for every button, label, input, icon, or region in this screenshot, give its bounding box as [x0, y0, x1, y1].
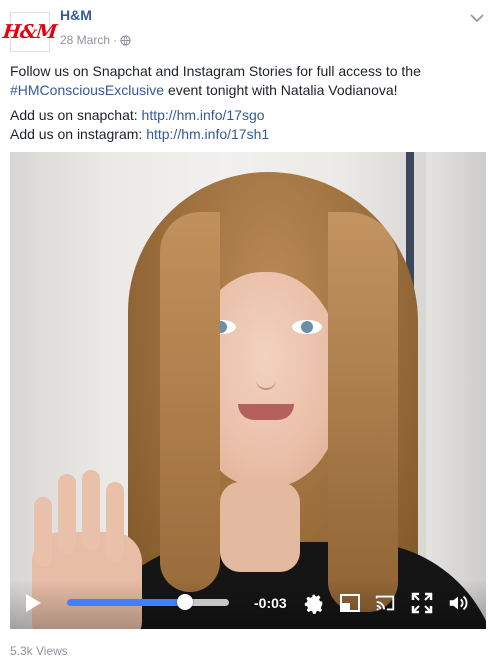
video-frame-nose	[256, 352, 276, 390]
fullscreen-icon[interactable]	[411, 592, 433, 614]
video-view-count: 5.3k Views	[10, 644, 68, 658]
video-frame-eye-right	[292, 320, 322, 334]
video-progress-handle[interactable]	[177, 594, 194, 610]
video-frame-neck	[220, 482, 300, 572]
hm-logo: H&M	[2, 21, 58, 43]
volume-icon[interactable]	[447, 592, 469, 614]
video-controls: -0:03	[10, 579, 486, 629]
video-frame-finger	[82, 470, 100, 550]
pip-icon[interactable]	[339, 592, 361, 614]
video-frame-hair-left	[160, 212, 220, 592]
instagram-link[interactable]: http://hm.info/17sh1	[146, 126, 269, 142]
instagram-label: Add us on instagram:	[10, 126, 147, 142]
snapchat-label: Add us on snapchat:	[10, 107, 142, 123]
video-frame-wall	[426, 152, 486, 629]
video-player[interactable]: -0:03	[10, 152, 486, 629]
settings-icon[interactable]	[303, 592, 325, 614]
post-meta: 28 March ·	[60, 33, 131, 47]
post-header: H&M H&M 28 March ·	[2, 7, 486, 52]
post-text-line1: Follow us on Snapchat and Instagram Stor…	[10, 63, 421, 79]
post-date-link[interactable]: 28 March	[60, 33, 110, 47]
page-avatar[interactable]: H&M	[2, 12, 58, 52]
video-frame-hair-right	[328, 212, 398, 612]
globe-icon[interactable]	[120, 34, 131, 46]
post-text: Follow us on Snapchat and Instagram Stor…	[10, 62, 486, 144]
video-frame-finger	[58, 474, 76, 554]
video-progress-fill	[67, 599, 186, 606]
snapchat-link[interactable]: http://hm.info/17sgo	[142, 107, 265, 123]
meta-separator: ·	[113, 33, 118, 47]
page-name-link[interactable]: H&M	[60, 7, 92, 23]
chevron-down-icon[interactable]	[470, 13, 484, 23]
video-frame-mouth	[238, 404, 294, 420]
video-frame-finger	[106, 482, 124, 562]
video-progress-bar[interactable]	[67, 599, 229, 606]
video-time-remaining: -0:03	[254, 595, 287, 611]
cast-icon[interactable]	[374, 592, 396, 614]
video-frame-finger	[34, 497, 52, 567]
facebook-post: H&M H&M 28 March · Follow us on Snapchat…	[0, 0, 496, 668]
post-paragraph-1: Follow us on Snapchat and Instagram Stor…	[10, 62, 486, 100]
post-paragraph-2: Add us on snapchat: http://hm.info/17sgo…	[10, 106, 486, 144]
post-text-line2: event tonight with Natalia Vodianova!	[164, 82, 398, 98]
play-icon[interactable]	[24, 593, 42, 613]
hashtag-link[interactable]: #HMConsciousExclusive	[10, 82, 164, 98]
